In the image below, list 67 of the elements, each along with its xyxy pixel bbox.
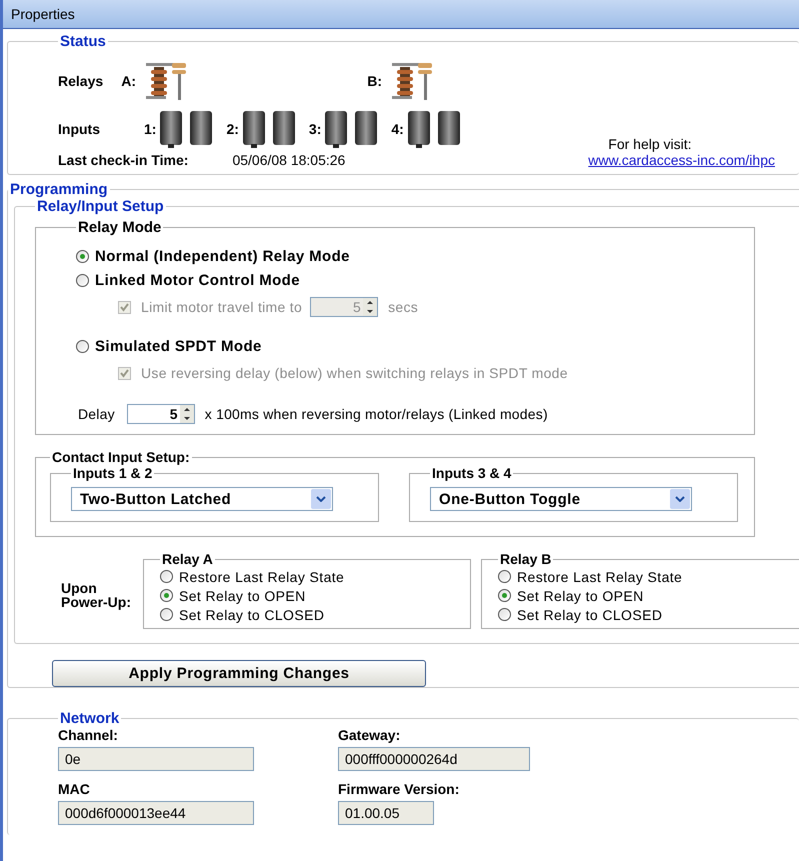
input-label: 2:: [226, 121, 239, 137]
checkin-time: 05/06/08 18:05:26: [232, 152, 346, 168]
delay-description: x 100ms when reversing motor/relays (Linked modes): [204, 406, 548, 422]
radio-label: Set Relay to CLOSED: [517, 606, 662, 622]
radio-button[interactable]: [160, 608, 173, 621]
caret-icon[interactable]: [675, 496, 685, 502]
delay-label: Delay: [78, 406, 115, 422]
input-label: 3:: [308, 121, 322, 137]
relays-label: Relays: [58, 73, 104, 89]
radio-button[interactable]: [76, 250, 89, 262]
group-title: Inputs 3 & 4: [431, 465, 512, 481]
radio-button[interactable]: [160, 589, 173, 602]
radio-button[interactable]: [160, 570, 173, 583]
group-title: Inputs 1 & 2: [72, 465, 154, 481]
checkbox-label: Limit motor travel time to: [141, 299, 302, 315]
radio-label: Normal (Independent) Relay Mode: [95, 248, 350, 264]
section-title: Programming: [9, 181, 109, 198]
read-only-field[interactable]: 0e: [58, 747, 254, 771]
group-title: Relay B: [499, 551, 552, 567]
radio-button[interactable]: [76, 340, 89, 352]
radio-label: Restore Last Relay State: [517, 568, 682, 584]
caret-icon[interactable]: [316, 496, 326, 502]
group-title: Contact Input Setup:: [51, 449, 191, 465]
radio-button[interactable]: [76, 274, 89, 286]
help-link[interactable]: www.cardaccess-inc.com/ihpc: [588, 152, 775, 168]
section-title: Relay/Input Setup: [36, 198, 165, 215]
section-title: Network: [59, 710, 120, 727]
input-contacts-icon: [406, 109, 462, 149]
field-label: Gateway:: [338, 727, 402, 743]
group-title: Relay A: [161, 551, 214, 567]
radio-button[interactable]: [498, 608, 511, 621]
inputs-label: Inputs: [58, 121, 101, 137]
radio-label: Linked Motor Control Mode: [95, 272, 300, 288]
help-text: For help visit:: [608, 136, 693, 152]
radio-label: Set Relay to OPEN: [517, 588, 644, 604]
field-label: Channel:: [58, 727, 119, 743]
spin-down-icon[interactable]: [180, 414, 194, 423]
checkbox-label: Use reversing delay (below) when switching relays in SPDT mode: [141, 365, 568, 381]
read-only-field[interactable]: 01.00.05: [338, 801, 434, 825]
unit-label: secs: [388, 299, 418, 315]
group-title: Relay Mode: [77, 219, 162, 236]
input-label: 1:: [144, 121, 156, 137]
spin-field[interactable]: 5: [126, 404, 195, 424]
radio-label: Simulated SPDT Mode: [95, 338, 262, 354]
dropdown[interactable]: Two-Button Latched: [71, 487, 333, 511]
input-contacts-icon: [158, 109, 214, 149]
radio-button[interactable]: [498, 589, 511, 602]
relay-label: A:: [120, 73, 136, 89]
input-contacts-icon: [323, 109, 380, 149]
radio-label: Restore Last Relay State: [179, 568, 344, 584]
section-title: Status: [59, 33, 107, 50]
apply-button[interactable]: Apply Programming Changes: [52, 660, 426, 687]
spin-up-icon[interactable]: [180, 405, 194, 414]
read-only-field[interactable]: 000d6f000013ee44: [58, 801, 254, 825]
input-label: 4:: [391, 121, 404, 137]
radio-button[interactable]: [498, 570, 511, 583]
dropdown[interactable]: One-Button Toggle: [430, 487, 692, 511]
radio-label: Set Relay to CLOSED: [179, 606, 324, 622]
field-label: Firmware Version:: [338, 781, 460, 797]
window-title: Properties: [3, 0, 799, 29]
power-up-label: Upon Power-Up:: [60, 581, 132, 609]
checkin-label: Last check-in Time:: [58, 152, 188, 168]
read-only-field[interactable]: 000fff000000264d: [338, 747, 530, 771]
radio-label: Set Relay to OPEN: [179, 588, 306, 604]
relay-label: B:: [366, 73, 382, 89]
field-label: MAC: [58, 781, 91, 797]
input-contacts-icon: [240, 109, 297, 149]
